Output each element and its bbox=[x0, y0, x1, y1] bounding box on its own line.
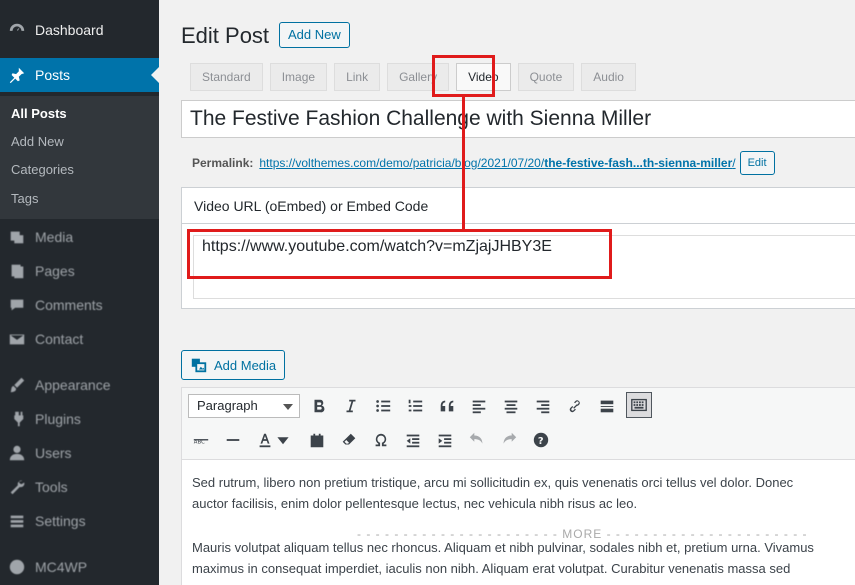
pages-icon bbox=[7, 261, 27, 281]
editor-content[interactable]: Sed rutrum, libero non pretium tristique… bbox=[192, 472, 855, 579]
clear-formatting-button[interactable] bbox=[336, 427, 362, 453]
page-title: Edit Post bbox=[181, 23, 270, 48]
menu-plugins[interactable]: Plugins bbox=[0, 402, 159, 436]
menu-tools[interactable]: Tools bbox=[0, 470, 159, 504]
menu-users[interactable]: Users bbox=[0, 436, 159, 470]
svg-text:ABC: ABC bbox=[194, 440, 205, 446]
submenu-all-posts[interactable]: All Posts bbox=[11, 106, 67, 121]
more-separator: - - - - - - - - - - - - - - - - - - - - … bbox=[357, 527, 808, 541]
tab-image[interactable]: Image bbox=[269, 63, 328, 91]
toolbar-toggle-button[interactable] bbox=[626, 392, 652, 418]
italic-button[interactable] bbox=[338, 393, 364, 419]
insert-link-button[interactable] bbox=[562, 393, 588, 419]
post-title-input[interactable]: The Festive Fashion Challenge with Sienn… bbox=[181, 100, 855, 138]
read-more-button[interactable] bbox=[594, 393, 620, 419]
horizontal-line-button[interactable] bbox=[220, 427, 246, 453]
plugin-icon bbox=[7, 409, 27, 429]
add-media-button[interactable]: Add Media bbox=[181, 350, 286, 380]
editor-toolbar: Paragraph ABC ? bbox=[182, 388, 855, 460]
menu-comments[interactable]: Comments bbox=[0, 288, 159, 322]
text-color-button[interactable] bbox=[252, 427, 278, 453]
menu-settings[interactable]: Settings bbox=[0, 504, 159, 538]
wrench-icon bbox=[7, 477, 27, 497]
content-line: maximus in consequat imperdiet, iaculis … bbox=[192, 561, 791, 576]
mc4wp-icon bbox=[7, 557, 27, 577]
submenu-tags[interactable]: Tags bbox=[11, 191, 38, 206]
blockquote-button[interactable] bbox=[434, 393, 460, 419]
settings-icon bbox=[7, 511, 27, 531]
paragraph-format-select[interactable]: Paragraph bbox=[188, 394, 300, 418]
tab-link[interactable]: Link bbox=[334, 63, 381, 91]
menu-appearance[interactable]: Appearance bbox=[0, 368, 159, 402]
more-label: MORE bbox=[562, 527, 603, 541]
dashboard-icon bbox=[7, 20, 27, 40]
submenu-categories[interactable]: Categories bbox=[11, 162, 74, 177]
tab-standard[interactable]: Standard bbox=[190, 63, 263, 91]
permalink-row: Permalink: https://volthemes.com/demo/pa… bbox=[192, 151, 775, 175]
special-character-button[interactable] bbox=[368, 427, 394, 453]
svg-text:?: ? bbox=[538, 436, 544, 447]
content-editor: Paragraph ABC ? Sed rutrum, libero non p… bbox=[181, 387, 855, 585]
pin-icon bbox=[7, 65, 27, 85]
indent-button[interactable] bbox=[432, 427, 458, 453]
permalink-link[interactable]: https://volthemes.com/demo/patricia/blog… bbox=[259, 156, 735, 170]
menu-pages[interactable]: Pages bbox=[0, 254, 159, 288]
permalink-label: Permalink: bbox=[192, 156, 254, 170]
outdent-button[interactable] bbox=[400, 427, 426, 453]
bullet-list-button[interactable] bbox=[370, 393, 396, 419]
comments-icon bbox=[7, 295, 27, 315]
tab-audio[interactable]: Audio bbox=[581, 63, 636, 91]
content-line: auctor facilisis, enim dolor pellentesqu… bbox=[192, 496, 638, 511]
redo-icon[interactable] bbox=[496, 427, 522, 453]
undo-icon[interactable] bbox=[464, 427, 490, 453]
brush-icon bbox=[7, 375, 27, 395]
help-icon[interactable]: ? bbox=[528, 427, 554, 453]
posts-submenu: All Posts Add New Categories Tags bbox=[0, 96, 159, 219]
content-line: Sed rutrum, libero non pretium tristique… bbox=[192, 475, 794, 490]
highlight-box-video-tab bbox=[432, 55, 495, 97]
align-left-button[interactable] bbox=[466, 393, 492, 419]
media-icon bbox=[7, 227, 27, 247]
numbered-list-button[interactable] bbox=[402, 393, 428, 419]
highlight-box-video-url bbox=[187, 229, 612, 279]
strikethrough-button[interactable]: ABC bbox=[188, 427, 214, 453]
bold-button[interactable] bbox=[306, 393, 332, 419]
paste-as-text-button[interactable] bbox=[304, 427, 330, 453]
users-icon bbox=[7, 443, 27, 463]
align-right-button[interactable] bbox=[530, 393, 556, 419]
chevron-down-icon bbox=[283, 404, 293, 410]
add-media-icon bbox=[190, 356, 208, 374]
menu-dashboard[interactable]: Dashboard bbox=[0, 13, 159, 47]
menu-mc4wp[interactable]: MC4WP bbox=[0, 550, 159, 584]
menu-media[interactable]: Media bbox=[0, 220, 159, 254]
align-center-button[interactable] bbox=[498, 393, 524, 419]
mail-icon bbox=[7, 329, 27, 349]
permalink-edit-button[interactable]: Edit bbox=[739, 151, 775, 175]
submenu-add-new[interactable]: Add New bbox=[11, 134, 64, 149]
highlight-connector-line bbox=[462, 97, 465, 230]
add-new-button[interactable]: Add New bbox=[279, 22, 350, 48]
tab-quote[interactable]: Quote bbox=[517, 63, 575, 91]
post-format-tabs: Standard Image Link Gallery Video Quote … bbox=[190, 63, 643, 91]
menu-contact[interactable]: Contact bbox=[0, 322, 159, 356]
admin-sidebar: Dashboard Posts All Posts Add New Catego… bbox=[0, 0, 159, 585]
video-metabox-heading: Video URL (oEmbed) or Embed Code bbox=[182, 188, 855, 224]
text-color-caret-icon[interactable] bbox=[276, 427, 290, 453]
menu-posts[interactable]: Posts bbox=[0, 58, 159, 92]
